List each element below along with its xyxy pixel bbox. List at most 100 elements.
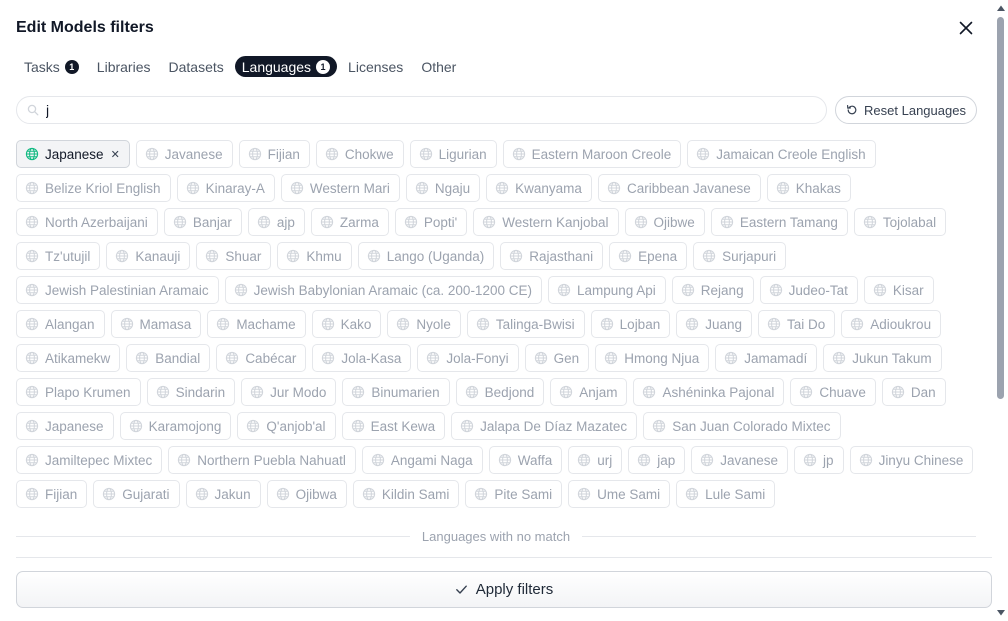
language-chip[interactable]: Chokwe: [315, 140, 404, 168]
language-chip[interactable]: jp: [794, 446, 844, 474]
language-chip[interactable]: Kildin Sami: [352, 480, 460, 508]
language-chip[interactable]: Talinga-Bwisi: [466, 310, 585, 338]
language-chip[interactable]: Nyole: [387, 310, 461, 338]
language-chip[interactable]: Northern Puebla Nahuatl: [168, 446, 356, 474]
language-chip[interactable]: Juang: [676, 310, 753, 338]
language-chip[interactable]: Belize Kriol English: [16, 174, 171, 202]
language-chip[interactable]: Jamiltepec Mixtec: [16, 446, 163, 474]
language-chip[interactable]: San Juan Colorado Mixtec: [643, 412, 841, 440]
reset-languages-button[interactable]: Reset Languages: [835, 96, 977, 124]
language-chip[interactable]: Epena: [609, 242, 688, 270]
language-chip[interactable]: Western Kanjobal: [473, 208, 619, 236]
scroll-up-icon[interactable]: [996, 4, 1006, 12]
language-chip[interactable]: Waffa: [488, 446, 563, 474]
language-chip[interactable]: Javanese: [691, 446, 789, 474]
language-chip[interactable]: Fijian: [238, 140, 310, 168]
language-chip[interactable]: Jamamadí: [715, 344, 818, 372]
language-chip[interactable]: Fijian: [16, 480, 88, 508]
language-chip[interactable]: Jola-Kasa: [312, 344, 412, 372]
tab-other[interactable]: Other: [414, 56, 463, 77]
language-chip[interactable]: jap: [628, 446, 686, 474]
language-chip[interactable]: Javanese: [135, 140, 233, 168]
language-chip[interactable]: Dan: [881, 378, 946, 406]
language-chip[interactable]: Popti': [394, 208, 468, 236]
language-chip[interactable]: Western Mari: [280, 174, 400, 202]
language-chip[interactable]: Kanauji: [106, 242, 191, 270]
language-chip[interactable]: Pite Sami: [465, 480, 563, 508]
language-chip[interactable]: Ojibwa: [266, 480, 347, 508]
language-chip[interactable]: Sindarin: [146, 378, 236, 406]
language-chip[interactable]: Gujarati: [93, 480, 180, 508]
tab-licenses[interactable]: Licenses: [341, 56, 410, 77]
language-chip[interactable]: Kako: [311, 310, 382, 338]
language-chip[interactable]: Karamojong: [119, 412, 232, 440]
language-chip[interactable]: Jukun Takum: [823, 344, 942, 372]
language-chip[interactable]: Khmu: [277, 242, 352, 270]
language-chip[interactable]: Kinaray-A: [176, 174, 275, 202]
language-chip[interactable]: North Azerbaijani: [16, 208, 158, 236]
language-chip[interactable]: Eastern Maroon Creole: [502, 140, 682, 168]
language-chip[interactable]: Jalapa De Díaz Mazatec: [451, 412, 638, 440]
language-chip[interactable]: Jewish Palestinian Aramaic: [16, 276, 219, 304]
language-chip[interactable]: Atikamekw: [16, 344, 121, 372]
language-chip[interactable]: Bandial: [126, 344, 211, 372]
language-chip[interactable]: Kisar: [863, 276, 934, 304]
language-chip[interactable]: Caribbean Javanese: [597, 174, 761, 202]
language-chip[interactable]: East Kewa: [341, 412, 446, 440]
language-chip[interactable]: Rejang: [671, 276, 754, 304]
vertical-scrollbar[interactable]: [995, 0, 1008, 621]
tab-datasets[interactable]: Datasets: [162, 56, 231, 77]
language-chip[interactable]: Lango (Uganda): [357, 242, 495, 270]
language-chip[interactable]: Zarma: [310, 208, 389, 236]
remove-chip-icon[interactable]: ✕: [111, 148, 120, 161]
language-chip[interactable]: Machame: [207, 310, 306, 338]
language-chip[interactable]: Tojolabal: [853, 208, 947, 236]
language-chip[interactable]: Tz'utujil: [16, 242, 101, 270]
apply-filters-button[interactable]: Apply filters: [16, 571, 992, 608]
language-chip[interactable]: Surjapuri: [693, 242, 787, 270]
language-chip[interactable]: Adioukrou: [841, 310, 942, 338]
tab-tasks[interactable]: Tasks 1: [17, 56, 86, 77]
search-input[interactable]: [46, 102, 806, 118]
language-chip[interactable]: Eastern Tamang: [710, 208, 848, 236]
language-chip[interactable]: Q'anjob'al: [237, 412, 336, 440]
language-chip[interactable]: Binumarien: [342, 378, 450, 406]
language-chip[interactable]: Hmong Njua: [595, 344, 710, 372]
tab-libraries[interactable]: Libraries: [90, 56, 158, 77]
language-chip[interactable]: Khakas: [766, 174, 851, 202]
language-chip[interactable]: Alangan: [16, 310, 105, 338]
language-chip[interactable]: Lampung Api: [547, 276, 666, 304]
language-chip[interactable]: Bedjond: [455, 378, 545, 406]
language-chip[interactable]: Ume Sami: [568, 480, 671, 508]
language-chip[interactable]: urj: [568, 446, 623, 474]
language-chip[interactable]: Chuave: [790, 378, 876, 406]
language-chip[interactable]: Angami Naga: [361, 446, 483, 474]
language-chip[interactable]: ajp: [247, 208, 305, 236]
language-chip[interactable]: Jinyu Chinese: [849, 446, 974, 474]
language-chip[interactable]: Lojban: [590, 310, 671, 338]
tab-languages[interactable]: Languages 1: [234, 56, 338, 77]
language-chip[interactable]: Ashéninka Pajonal: [633, 378, 785, 406]
language-chip[interactable]: Ojibwe: [624, 208, 705, 236]
language-chip[interactable]: Judeo-Tat: [759, 276, 858, 304]
language-chip[interactable]: Mamasa: [110, 310, 202, 338]
language-chip[interactable]: Jakun: [185, 480, 261, 508]
language-chip[interactable]: Jamaican Creole English: [687, 140, 876, 168]
language-chip[interactable]: Anjam: [550, 378, 628, 406]
search-bar[interactable]: [16, 96, 827, 124]
language-chip[interactable]: Jur Modo: [241, 378, 337, 406]
language-chip[interactable]: Plapo Krumen: [16, 378, 141, 406]
language-chip[interactable]: Banjar: [163, 208, 242, 236]
language-chip[interactable]: Ngaju: [405, 174, 481, 202]
language-chip[interactable]: Tai Do: [758, 310, 836, 338]
language-chip[interactable]: Rajasthani: [500, 242, 604, 270]
language-chip[interactable]: Lule Sami: [676, 480, 776, 508]
language-chip[interactable]: Jola-Fonyi: [417, 344, 519, 372]
language-chip[interactable]: Japanese: [16, 412, 114, 440]
language-chip[interactable]: Japanese ✕: [16, 140, 130, 168]
language-chip[interactable]: Jewish Babylonian Aramaic (ca. 200-1200 …: [224, 276, 542, 304]
language-chip[interactable]: Kwanyama: [486, 174, 592, 202]
language-chip[interactable]: Shuar: [196, 242, 272, 270]
scroll-thumb[interactable]: [997, 17, 1004, 399]
language-chip[interactable]: Cabécar: [216, 344, 307, 372]
